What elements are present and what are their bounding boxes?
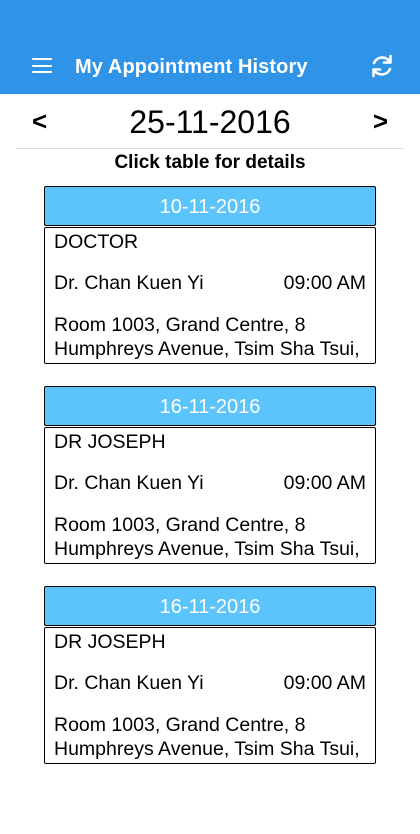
app-bar: My Appointment History (0, 0, 420, 94)
appointment-details: DR JOSEPH Dr. Chan Kuen Yi 09:00 AM Room… (44, 627, 376, 764)
page-title: My Appointment History (75, 56, 308, 78)
appointment-card[interactable]: 10-11-2016 DOCTOR Dr. Chan Kuen Yi 09:00… (44, 186, 376, 364)
clinic-address: Room 1003, Grand Centre, 8 Humphreys Ave… (54, 514, 360, 560)
clinic-address: Room 1003, Grand Centre, 8 Humphreys Ave… (54, 314, 360, 360)
doctor-name: Dr. Chan Kuen Yi (54, 472, 204, 494)
clinic-address: Room 1003, Grand Centre, 8 Humphreys Ave… (54, 714, 360, 760)
instruction-text: Click table for details (114, 152, 306, 173)
doctor-name: Dr. Chan Kuen Yi (54, 272, 204, 294)
refresh-icon[interactable] (368, 52, 396, 80)
appointment-card[interactable]: 16-11-2016 DR JOSEPH Dr. Chan Kuen Yi 09… (44, 586, 376, 764)
next-date-button[interactable]: > (373, 106, 388, 137)
appointment-details: DOCTOR Dr. Chan Kuen Yi 09:00 AM Room 10… (44, 227, 376, 364)
appointment-card[interactable]: 16-11-2016 DR JOSEPH Dr. Chan Kuen Yi 09… (44, 386, 376, 564)
appointment-time: 09:00 AM (283, 672, 366, 694)
appointment-time: 09:00 AM (283, 272, 366, 294)
doctor-name: Dr. Chan Kuen Yi (54, 672, 204, 694)
appointment-date: 16-11-2016 (44, 586, 376, 626)
clinic-name: DOCTOR (54, 231, 139, 253)
menu-icon[interactable] (32, 58, 52, 74)
appointment-date: 16-11-2016 (44, 386, 376, 426)
appointment-date: 10-11-2016 (44, 186, 376, 226)
clinic-name: DR JOSEPH (54, 431, 166, 453)
appointment-details: DR JOSEPH Dr. Chan Kuen Yi 09:00 AM Room… (44, 427, 376, 564)
clinic-name: DR JOSEPH (54, 631, 166, 653)
appointment-time: 09:00 AM (283, 472, 366, 494)
current-date: 25-11-2016 (129, 104, 291, 140)
date-navigator: < 25-11-2016 > (16, 100, 404, 149)
